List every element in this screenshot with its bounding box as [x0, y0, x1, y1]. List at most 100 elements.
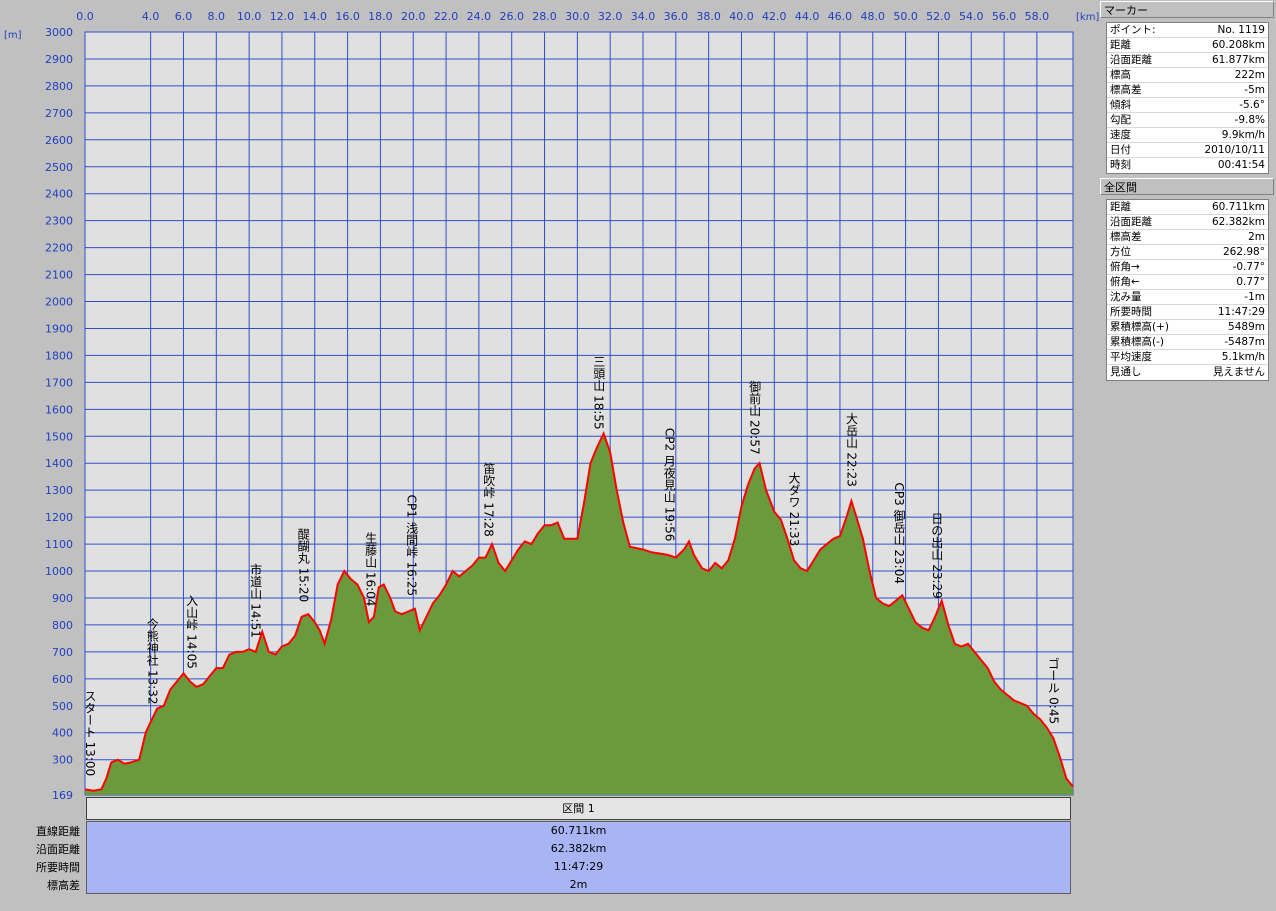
marker-value: 9.9km/h: [1221, 129, 1265, 141]
plot-area[interactable]: [84, 31, 1074, 796]
y-unit-label: [m]: [4, 30, 22, 41]
y-tick-label: 169: [52, 789, 73, 800]
total-row: 方位 262.98°: [1107, 245, 1268, 260]
elevation-profile-chart[interactable]: [m] [km] 169 300 400 500 600 700 800 900 1000 110…: [0, 0, 1100, 800]
total-label: 見通し: [1110, 366, 1142, 378]
y-tick-label: 2200: [45, 242, 73, 255]
marker-row: 時刻 00:41:54: [1107, 158, 1268, 173]
section-label: 沿面距離: [36, 843, 80, 856]
x-tick-label: 12.0: [270, 10, 295, 23]
total-row: 所要時間 11:47:29: [1107, 305, 1268, 320]
marker-value: No. 1119: [1217, 24, 1266, 36]
total-label: 累積標高(-): [1110, 336, 1164, 348]
y-tick-label: 600: [52, 673, 73, 686]
total-value: 60.711km: [1211, 201, 1265, 213]
x-tick-label: 8.0: [208, 10, 226, 23]
y-tick-label: 1300: [45, 484, 73, 497]
waypoint-label: 三頭山 18:55: [592, 355, 606, 429]
section-label: 所要時間: [36, 861, 80, 874]
y-tick-label: 2800: [45, 80, 73, 93]
y-tick-label: 1800: [45, 349, 73, 362]
y-tick-label: 1600: [45, 403, 73, 416]
waypoint-label: 笛吹峠 17:28: [482, 461, 496, 537]
y-tick-label: 2300: [45, 215, 73, 228]
marker-label: 速度: [1110, 129, 1131, 141]
y-tick-label: 700: [52, 646, 73, 659]
y-tick-label: 500: [52, 700, 73, 713]
marker-value: 60.208km: [1211, 39, 1265, 51]
x-tick-label: 30.0: [565, 10, 590, 23]
marker-value: 61.877km: [1211, 54, 1265, 66]
waypoint-label: 入山峠 14:05: [185, 594, 199, 668]
total-value: 0.77°: [1236, 276, 1265, 288]
total-value: -1m: [1244, 291, 1265, 303]
waypoint-label: 大岳山 22:23: [844, 412, 858, 487]
y-tick-label: 1200: [45, 511, 73, 524]
total-value: 262.98°: [1223, 246, 1265, 258]
total-value: 2m: [1248, 231, 1265, 243]
x-tick-label: 14.0: [303, 10, 328, 23]
waypoint-label: スタート 13:00: [83, 690, 97, 776]
waypoint-label: 醍醐丸 15:20: [296, 527, 310, 602]
marker-row: 距離 60.208km: [1107, 38, 1268, 53]
y-tick-label: 2700: [45, 107, 73, 120]
marker-row: 速度 9.9km/h: [1107, 128, 1268, 143]
total-label: 平均速度: [1110, 351, 1152, 363]
section-label: 直線距離: [36, 825, 80, 838]
x-tick-label: 50.0: [893, 10, 918, 23]
total-row: 平均速度 5.1km/h: [1107, 350, 1268, 365]
waypoint-label: ゴール 0:45: [1046, 656, 1060, 724]
marker-row: 沿面距離 61.877km: [1107, 53, 1268, 68]
total-value: 11:47:29: [1217, 306, 1265, 318]
y-tick-label: 900: [52, 592, 73, 605]
total-row: 沈み量 -1m: [1107, 290, 1268, 305]
marker-info-table: ポイント: No. 1119 距離 60.208km 沿面距離 61.877km 標高 222…: [1106, 22, 1269, 174]
total-value: -0.77°: [1232, 261, 1265, 273]
marker-row: ポイント: No. 1119: [1107, 23, 1268, 38]
waypoint-label: CP1 浅間峠 16:25: [405, 495, 419, 596]
marker-label: 日付: [1110, 144, 1131, 156]
y-tick-label: 2900: [45, 53, 73, 66]
total-label: 距離: [1110, 201, 1131, 213]
section-body: 60.711km 62.382km 11:47:29 2m: [86, 821, 1071, 894]
marker-row: 勾配 -9.8%: [1107, 113, 1268, 128]
marker-row: 日付 2010/10/11: [1107, 143, 1268, 158]
section-value: 2m: [569, 878, 588, 891]
y-tick-label: 1100: [45, 538, 73, 551]
x-tick-label: 42.0: [762, 10, 787, 23]
marker-value: -9.8%: [1234, 114, 1265, 126]
marker-value: 2010/10/11: [1204, 144, 1265, 156]
marker-row: 標高 222m: [1107, 68, 1268, 83]
total-value: 62.382km: [1211, 216, 1265, 228]
x-tick-label: 38.0: [696, 10, 721, 23]
waypoint-label: CP2 月夜見山 19:56: [662, 428, 676, 541]
marker-label: 標高: [1110, 69, 1131, 81]
x-tick-label: 32.0: [598, 10, 623, 23]
y-tick-label: 3000: [45, 26, 73, 39]
y-tick-label: 1700: [45, 376, 73, 389]
section-value: 60.711km: [550, 824, 607, 837]
section-label: 標高差: [47, 879, 80, 892]
y-tick-label: 300: [52, 754, 73, 767]
total-label: 沿面距離: [1110, 216, 1152, 228]
total-value: -5487m: [1224, 336, 1265, 348]
x-tick-label: 10.0: [237, 10, 262, 23]
x-tick-label: 6.0: [175, 10, 193, 23]
y-tick-label: 2600: [45, 134, 73, 147]
y-tick-label: 2500: [45, 161, 73, 174]
total-row: 見通し 見えません: [1107, 365, 1268, 380]
total-label: 所要時間: [1110, 306, 1152, 318]
x-tick-label: 4.0: [142, 10, 160, 23]
marker-value: -5.6°: [1239, 99, 1265, 111]
total-row: 距離 60.711km: [1107, 200, 1268, 215]
waypoint-label: 生藤山 16:04: [364, 532, 378, 607]
x-tick-label: 40.0: [729, 10, 754, 23]
total-label: 標高差: [1110, 231, 1142, 243]
total-label: 俯角←: [1110, 276, 1140, 288]
marker-label: ポイント:: [1110, 24, 1156, 36]
section-header[interactable]: 区間 1: [86, 797, 1071, 820]
total-row: 累積標高(-) -5487m: [1107, 335, 1268, 350]
x-tick-label: 18.0: [368, 10, 393, 23]
x-tick-label: 56.0: [992, 10, 1017, 23]
total-label: 俯角→: [1110, 261, 1140, 273]
